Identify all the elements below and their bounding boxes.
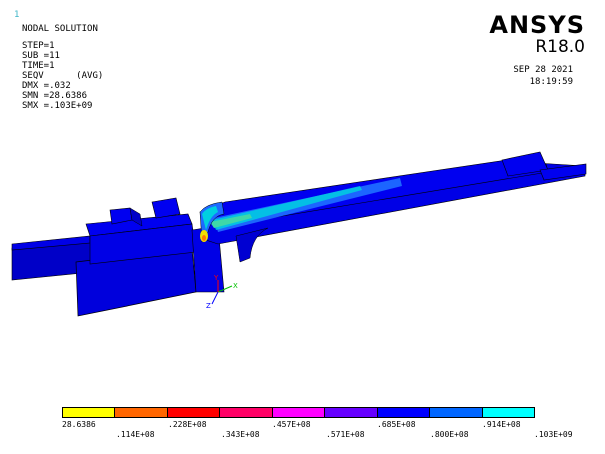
legend-label-top: 28.6386 xyxy=(62,420,96,429)
solution-info: NODAL SOLUTION STEP=1 SUB =11 TIME=1 SEQ… xyxy=(22,24,103,111)
legend-cell xyxy=(167,408,221,417)
triad-y-label: Y xyxy=(213,274,219,282)
legend-cell xyxy=(377,408,431,417)
legend-cell xyxy=(325,408,378,417)
legend-label-top: .685E+08 xyxy=(377,420,416,429)
solution-title: NODAL SOLUTION xyxy=(22,24,98,34)
ansys-logo: ANSYS R18.0 xyxy=(489,12,585,57)
hotspot-orange xyxy=(202,235,206,241)
legend-label-bottom: .800E+08 xyxy=(430,430,469,439)
legend-cell xyxy=(63,408,116,417)
brand-name: ANSYS xyxy=(489,11,585,39)
legend-label-top: .228E+08 xyxy=(168,420,207,429)
info-step: STEP=1 xyxy=(22,41,55,51)
info-substep: SUB =11 xyxy=(22,51,60,61)
legend-cell xyxy=(430,408,483,417)
legend-cell xyxy=(115,408,168,417)
triad-z-label: Z xyxy=(206,302,211,310)
triad-z-axis xyxy=(211,291,219,305)
time-text: 18:19:59 xyxy=(529,77,573,87)
date-time: SEP 28 2021 18:19:59 xyxy=(513,65,573,87)
info-time: TIME=1 xyxy=(22,61,55,71)
brand-release: R18.0 xyxy=(535,37,585,57)
info-smn: SMN =28.6386 xyxy=(22,91,88,101)
window-number: 1 xyxy=(14,10,20,20)
triad-x-label: X xyxy=(233,282,238,290)
info-smx: SMX =.103E+09 xyxy=(22,101,93,111)
legend-label-top: .914E+08 xyxy=(482,420,521,429)
date-text: SEP 28 2021 xyxy=(513,65,573,75)
legend-label-bottom: .114E+08 xyxy=(116,430,155,439)
info-result: SEQV (AVG) xyxy=(22,71,104,81)
legend-cell xyxy=(482,408,534,417)
legend-label-bottom: .103E+09 xyxy=(534,430,573,439)
graphics-viewport[interactable]: X Y Z 1 NODAL SOLUTION STEP=1 SUB =11 TI… xyxy=(0,0,605,454)
legend-label-top: .457E+08 xyxy=(272,420,311,429)
tooth-2 xyxy=(151,197,181,219)
legend-cell xyxy=(272,408,326,417)
legend-label-bottom: .571E+08 xyxy=(326,430,365,439)
info-dmx: DMX =.032 xyxy=(22,81,71,91)
contour-legend-bar xyxy=(62,407,535,418)
legend-cell xyxy=(220,408,273,417)
legend-label-bottom: .343E+08 xyxy=(221,430,260,439)
